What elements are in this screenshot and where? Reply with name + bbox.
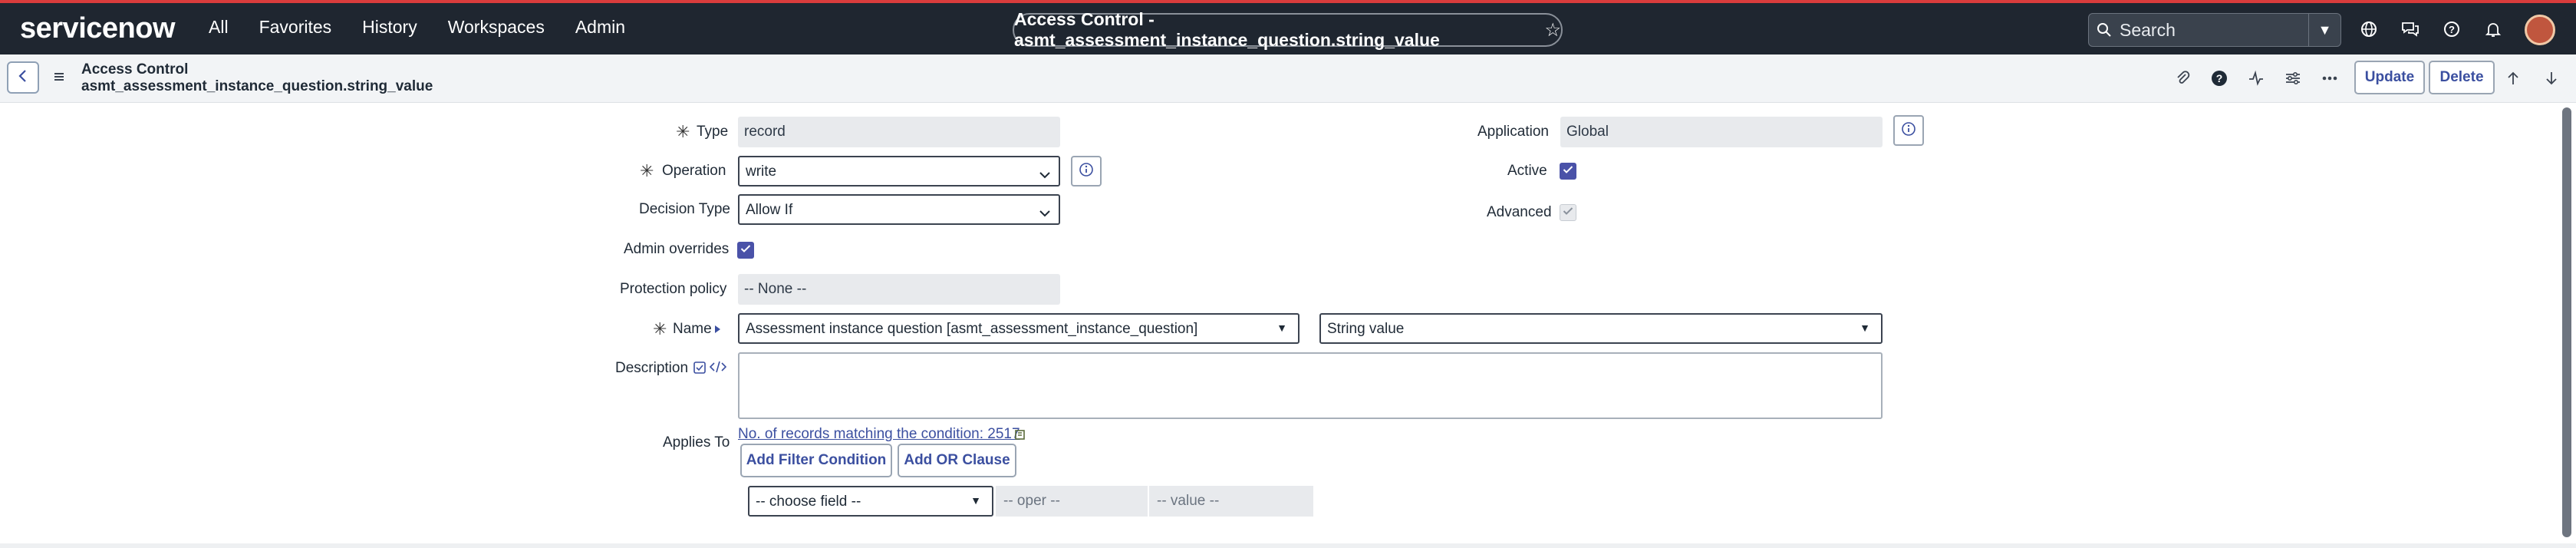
operation-select[interactable]: write [738, 156, 1060, 187]
active-checkbox[interactable] [1560, 163, 1576, 180]
form-title: Access Control [81, 61, 189, 78]
operation-info-button[interactable] [1071, 156, 1102, 187]
update-button[interactable]: Update [2354, 61, 2425, 94]
checkmark-icon [740, 243, 751, 257]
choose-field-value: -- choose field -- [756, 494, 861, 510]
star-icon[interactable]: ☆ [1544, 19, 1561, 41]
svg-text:?: ? [2216, 72, 2223, 84]
decision-type-select[interactable]: Allow If [738, 194, 1060, 225]
servicenow-logo[interactable]: servicenow [20, 12, 176, 45]
required-indicator: ✳ [653, 319, 667, 338]
application-info-button[interactable] [1893, 115, 1924, 146]
svg-text:?: ? [2449, 24, 2455, 35]
operation-label: Operation [662, 163, 726, 179]
type-field: record [738, 117, 1060, 147]
nav-admin[interactable]: Admin [575, 17, 625, 38]
protection-policy-label: Protection policy [620, 281, 727, 297]
arrow-up-icon[interactable] [2504, 68, 2522, 88]
type-label: Type [697, 124, 729, 140]
caret-down-icon: ▼ [1276, 322, 1287, 334]
record-title: Access Control - asmt_assessment_instanc… [1014, 9, 1440, 50]
operation-value: write [746, 163, 777, 180]
arrow-down-icon[interactable] [2542, 68, 2561, 88]
refresh-count-icon[interactable] [1014, 428, 1026, 444]
back-button[interactable] [7, 61, 39, 94]
attachment-icon[interactable] [2172, 68, 2192, 88]
question-icon[interactable]: ? [2209, 68, 2229, 88]
chevron-down-icon [1039, 167, 1051, 183]
name-table-select[interactable]: Assessment instance question [asmt_asses… [738, 313, 1300, 344]
add-or-clause-button[interactable]: Add OR Clause [898, 444, 1016, 477]
applies-to-label: Applies To [663, 434, 730, 451]
protection-policy-field: -- None -- [738, 274, 1060, 305]
name-field-select[interactable]: String value ▼ [1319, 313, 1883, 344]
value-field[interactable]: -- value -- [1149, 486, 1313, 517]
required-indicator: ✳ [676, 122, 690, 141]
nav-workspaces[interactable]: Workspaces [448, 17, 545, 38]
nav-links: All Favorites History Workspaces Admin [209, 17, 656, 38]
advanced-checkbox [1560, 204, 1576, 221]
description-label: Description [615, 360, 689, 376]
brand-text: servicenow [20, 12, 176, 45]
nav-history[interactable]: History [362, 17, 417, 38]
advanced-label: Advanced [1487, 204, 1552, 220]
operator-field[interactable]: -- oper -- [996, 486, 1148, 517]
top-utility-icons: ? [2358, 18, 2504, 40]
bottom-divider [0, 543, 2576, 548]
more-options-icon[interactable] [2320, 68, 2340, 88]
settings-sliders-icon[interactable] [2283, 68, 2303, 88]
chat-icon[interactable] [2400, 18, 2421, 40]
checkmark-icon [1563, 164, 1573, 178]
info-icon [1079, 162, 1094, 181]
spellcheck-icon[interactable] [693, 361, 707, 378]
context-menu-icon[interactable] [54, 71, 66, 86]
matching-records-link[interactable]: No. of records matching the condition: 2… [738, 426, 1020, 443]
caret-down-icon: ▼ [1860, 322, 1870, 334]
caret-down-icon: ▼ [2317, 21, 2332, 38]
code-icon[interactable] [709, 361, 727, 377]
admin-overrides-checkbox[interactable] [737, 242, 754, 259]
search-placeholder: Search [2120, 19, 2176, 40]
form-header-icons: ? [2172, 68, 2340, 88]
search-scope-dropdown[interactable]: ▼ [2309, 13, 2341, 47]
name-field-value: String value [1327, 321, 1405, 337]
nav-all[interactable]: All [209, 17, 229, 38]
form-header: Access Control asmt_assessment_instance_… [0, 54, 2576, 103]
activity-icon[interactable] [2246, 68, 2266, 88]
global-search[interactable]: Search [2088, 13, 2309, 47]
form-subtitle: asmt_assessment_instance_question.string… [81, 78, 433, 94]
caret-down-icon: ▼ [970, 494, 981, 507]
name-label: Name [673, 321, 712, 337]
bell-icon[interactable] [2482, 18, 2504, 40]
expand-triangle-icon[interactable] [714, 324, 721, 338]
top-navigation: servicenow All Favorites History Workspa… [0, 0, 2576, 54]
record-title-pill: Access Control - asmt_assessment_instanc… [1013, 9, 1563, 50]
nav-favorites[interactable]: Favorites [259, 17, 332, 38]
description-textarea[interactable] [738, 352, 1883, 419]
chevron-left-icon [18, 69, 28, 87]
info-icon [1901, 121, 1916, 140]
checkmark-icon [1563, 206, 1573, 220]
application-label: Application [1477, 124, 1549, 140]
name-table-value: Assessment instance question [asmt_asses… [746, 321, 1198, 337]
search-icon [2089, 22, 2120, 38]
help-icon[interactable]: ? [2441, 18, 2462, 40]
application-field: Global [1560, 117, 1883, 147]
add-filter-condition-button[interactable]: Add Filter Condition [740, 444, 892, 477]
admin-overrides-label: Admin overrides [624, 241, 730, 257]
active-label: Active [1507, 163, 1547, 179]
decision-type-value: Allow If [746, 202, 793, 218]
choose-field-select[interactable]: -- choose field -- ▼ [748, 486, 993, 517]
user-avatar[interactable] [2525, 15, 2555, 45]
required-indicator: ✳ [640, 161, 654, 180]
delete-button[interactable]: Delete [2429, 61, 2495, 94]
chevron-down-icon [1039, 205, 1051, 222]
decision-type-label: Decision Type [639, 201, 730, 217]
globe-icon[interactable] [2358, 18, 2380, 40]
page-scrollbar[interactable] [2562, 107, 2571, 537]
